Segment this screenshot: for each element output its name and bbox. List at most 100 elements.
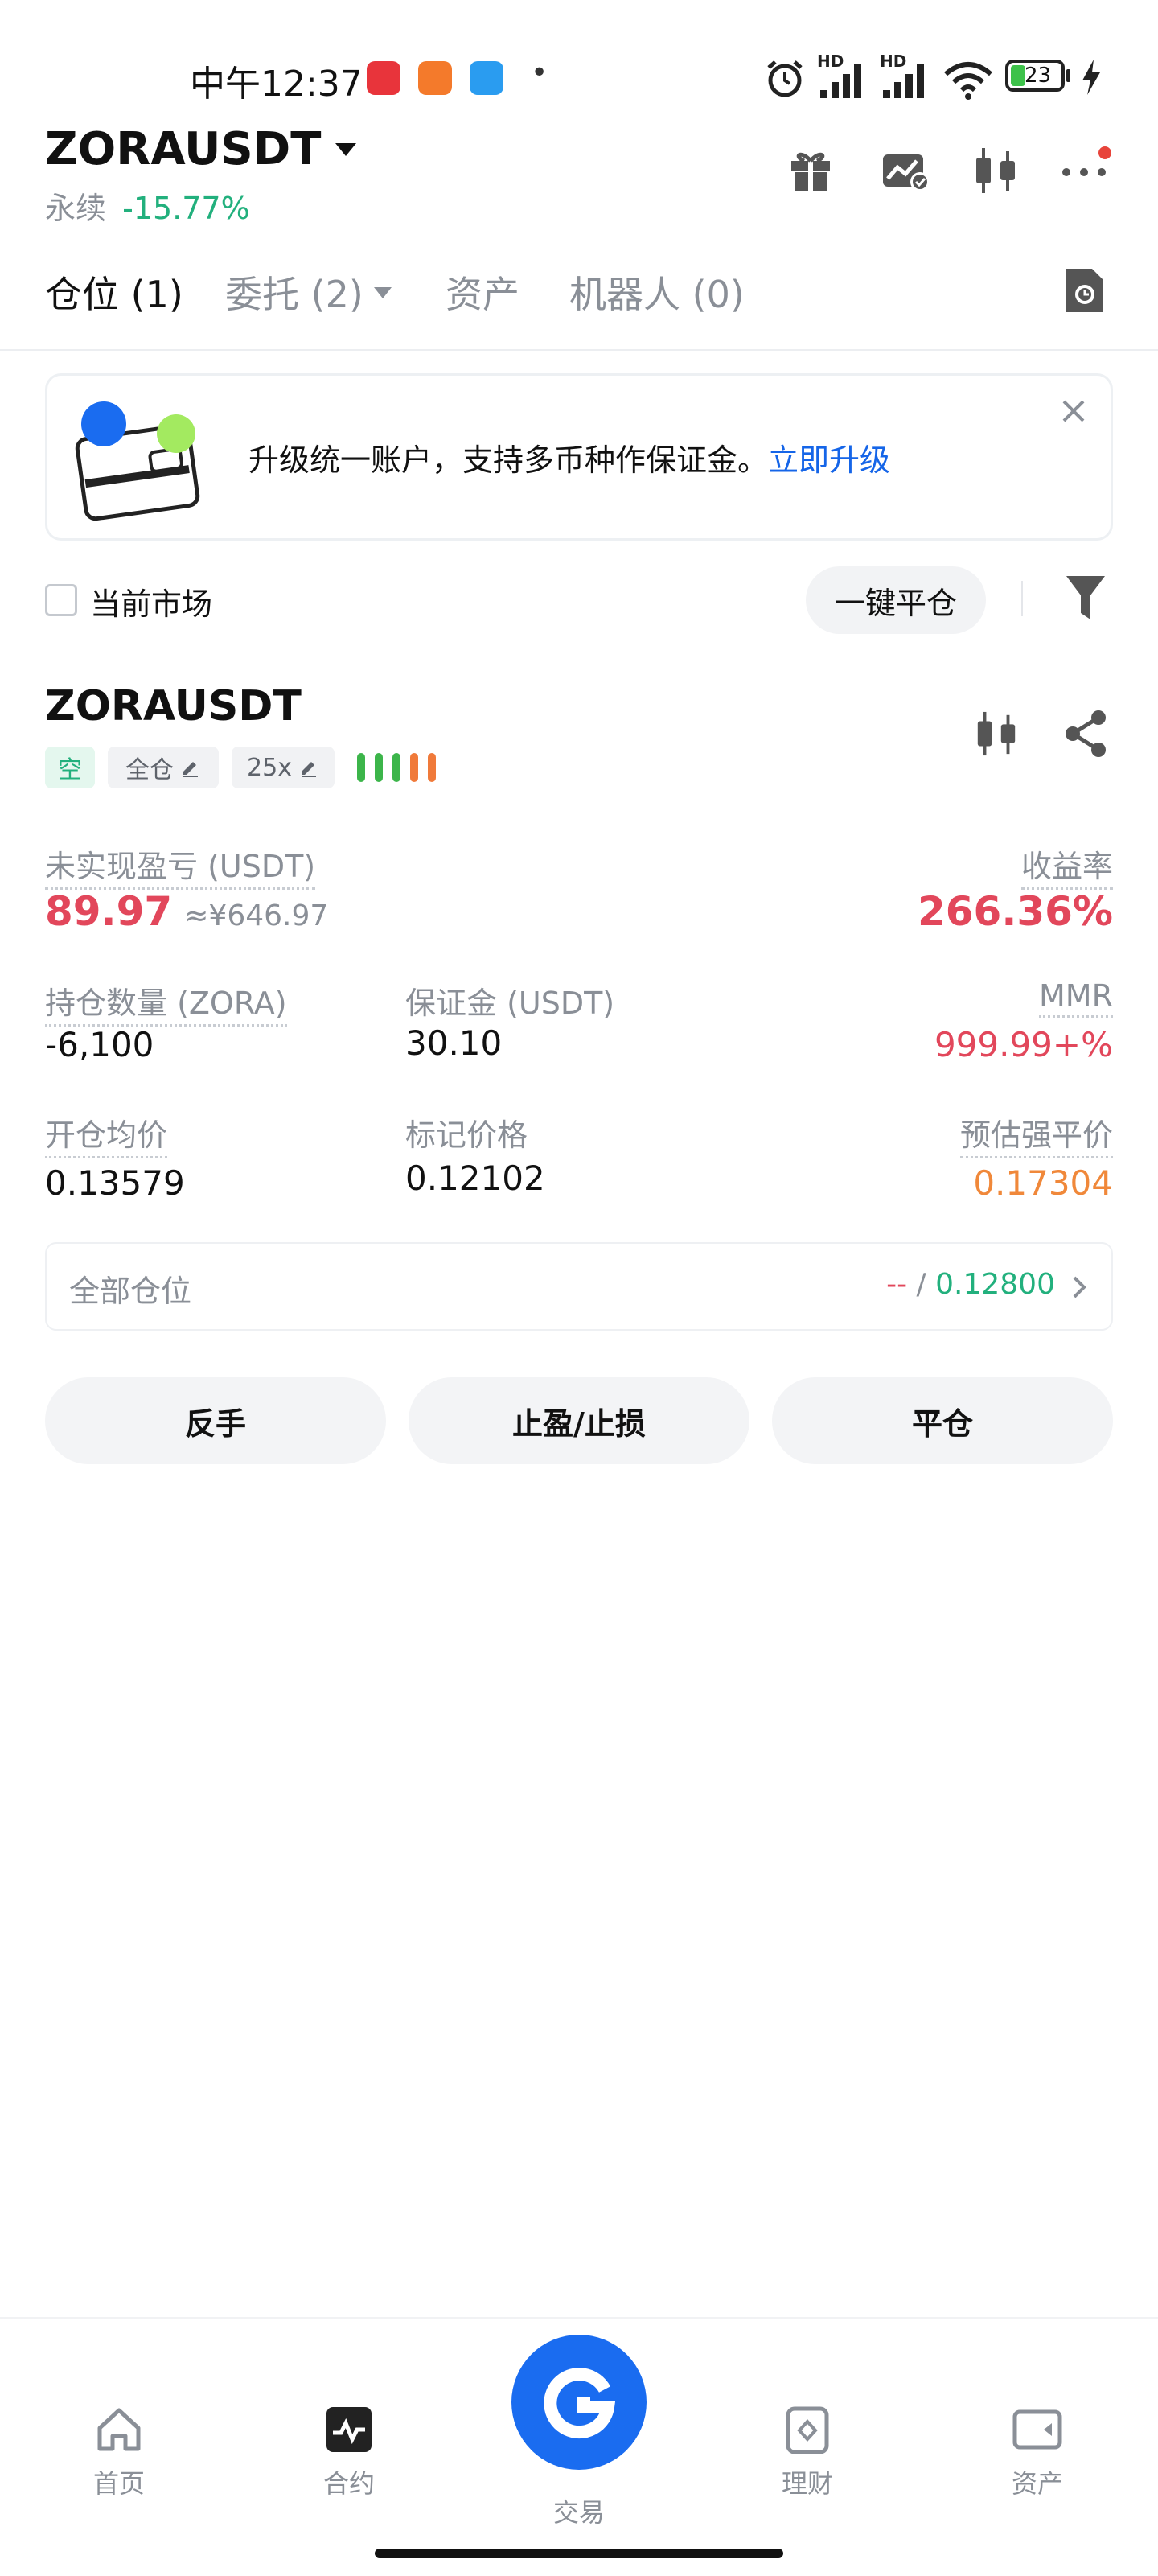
nav-earn-label: 理财 — [781, 2468, 833, 2499]
banner-message: 升级统一账户，支持多币种作保证金。立即升级 — [248, 435, 890, 479]
upgrade-now-link[interactable]: 立即升级 — [768, 442, 890, 478]
signal-strength-icon-1 — [820, 64, 861, 98]
orders-dropdown-caret-icon — [373, 287, 392, 298]
all-positions-separator: / — [916, 1268, 926, 1301]
mark-price-value: 0.12102 — [405, 1158, 545, 1198]
all-positions-left-value: -- — [886, 1268, 908, 1301]
symbol-selector[interactable]: ZORAUSDT — [45, 121, 359, 177]
home-icon — [97, 2408, 141, 2451]
charging-icon — [1082, 60, 1100, 95]
current-market-label: 当前市场 — [90, 586, 213, 622]
position-size-label[interactable]: 持仓数量 (ZORA) — [45, 978, 287, 1027]
close-all-label: 一键平仓 — [834, 585, 957, 621]
battery-level-fill — [1011, 65, 1025, 86]
margin-mode-label: 全仓 — [125, 756, 174, 784]
tab-assets[interactable]: 资产 — [446, 265, 519, 319]
margin-mode-tag[interactable]: 全仓 — [108, 747, 219, 788]
alarm-icon — [767, 60, 803, 97]
notification-app-icon-2 — [418, 61, 452, 95]
gift-icon[interactable] — [786, 146, 835, 195]
tab-divider — [0, 349, 1158, 351]
side-tag: 空 — [45, 747, 95, 788]
tab-positions-label: 仓位 (1) — [45, 273, 183, 316]
nav-home-label: 首页 — [92, 2468, 145, 2499]
tpsl-button[interactable]: 止盈/止损 — [409, 1377, 749, 1464]
wallet-illustration-icon — [75, 401, 200, 521]
symbol-subtitle: 永续 -15.77% — [45, 183, 250, 228]
unrealized-pnl-label[interactable]: 未实现盈亏 (USDT) — [45, 842, 316, 890]
notification-app-icon-1 — [367, 61, 400, 95]
nav-home[interactable]: 首页 — [47, 2405, 191, 2500]
dropdown-caret-icon — [335, 143, 357, 156]
home-indicator[interactable] — [375, 2549, 783, 2558]
price-change: -15.77% — [122, 191, 250, 226]
filter-icon[interactable] — [1063, 573, 1108, 623]
nav-trade[interactable]: 交易 — [507, 2335, 651, 2529]
leverage-tag[interactable]: 25x — [232, 747, 335, 788]
more-icon[interactable] — [1060, 143, 1113, 196]
trade-button-circle — [511, 2335, 647, 2470]
reverse-label: 反手 — [184, 1405, 246, 1442]
tab-assets-label: 资产 — [446, 273, 519, 316]
side-tag-label: 空 — [58, 756, 82, 784]
risk-level-indicator — [357, 753, 441, 782]
close-all-button[interactable]: 一键平仓 — [806, 566, 986, 634]
tab-bots-label: 机器人 (0) — [569, 273, 745, 316]
unrealized-pnl-values: 89.97 ≈¥646.97 — [45, 888, 328, 935]
entry-price-value: 0.13579 — [45, 1163, 185, 1203]
nav-assets[interactable]: 资产 — [965, 2405, 1110, 2500]
nav-futures[interactable]: 合约 — [277, 2405, 421, 2500]
status-dot: • — [531, 56, 548, 89]
signal-strength-icon-2 — [883, 64, 924, 98]
close-position-button[interactable]: 平仓 — [772, 1377, 1113, 1464]
symbol-title: ZORAUSDT — [45, 122, 322, 175]
share-icon[interactable] — [1062, 708, 1110, 759]
position-symbol: ZORAUSDT — [45, 682, 302, 730]
trade-logo-icon — [544, 2368, 616, 2439]
wifi-icon — [944, 62, 992, 100]
leverage-label: 25x — [247, 753, 292, 782]
margin-value: 30.10 — [405, 1023, 503, 1063]
position-chart-icon[interactable] — [973, 708, 1020, 759]
tab-positions[interactable]: 仓位 (1) — [45, 265, 183, 319]
reverse-button[interactable]: 反手 — [45, 1377, 386, 1464]
tab-orders[interactable]: 委托 (2) — [225, 265, 394, 319]
earn-icon — [786, 2406, 829, 2455]
all-positions-row[interactable]: 全部仓位 -- / 0.12800 — [45, 1242, 1113, 1331]
upgrade-banner[interactable]: 升级统一账户，支持多币种作保证金。立即升级 — [45, 373, 1113, 541]
notification-app-icon-3 — [470, 61, 503, 95]
position-size-value: -6,100 — [45, 1025, 154, 1064]
tpsl-label: 止盈/止损 — [512, 1405, 646, 1442]
futures-icon — [326, 2407, 372, 2452]
all-positions-right-value: 0.12800 — [935, 1268, 1055, 1301]
close-icon[interactable] — [1059, 397, 1088, 426]
mmr-value: 999.99+% — [934, 1025, 1113, 1064]
roe-label[interactable]: 收益率 — [1020, 842, 1113, 890]
unrealized-pnl-value: 89.97 — [45, 888, 173, 935]
mmr-label[interactable]: MMR — [1039, 978, 1113, 1018]
unrealized-pnl-cny: ≈¥646.97 — [184, 899, 329, 932]
filter-divider — [1021, 581, 1023, 616]
current-market-checkbox[interactable] — [45, 584, 77, 616]
wallet-icon — [1012, 2409, 1062, 2450]
liquidation-price-label[interactable]: 预估强平价 — [959, 1110, 1113, 1158]
chart-analysis-icon[interactable] — [880, 146, 931, 195]
candlestick-icon[interactable] — [971, 145, 1020, 196]
chevron-right-icon — [1073, 1276, 1086, 1298]
nav-earn[interactable]: 理财 — [735, 2405, 880, 2500]
tab-orders-label: 委托 (2) — [225, 273, 363, 316]
edit-pencil-icon — [183, 762, 198, 777]
nav-assets-label: 资产 — [1011, 2468, 1063, 2499]
tab-bots[interactable]: 机器人 (0) — [569, 265, 745, 319]
all-positions-values: -- / 0.12800 — [886, 1268, 1055, 1301]
edit-pencil-icon — [301, 762, 316, 777]
nav-trade-label: 交易 — [552, 2497, 605, 2528]
nav-futures-label: 合约 — [322, 2468, 375, 2499]
status-bar: 中午12:37 • HD HD 23 — [0, 48, 1158, 113]
contract-type-label: 永续 — [45, 191, 107, 226]
status-time: 中午12:37 — [190, 64, 363, 105]
history-record-icon[interactable] — [1063, 265, 1107, 315]
all-positions-label: 全部仓位 — [69, 1274, 192, 1309]
battery-icon: 23 — [1005, 60, 1065, 92]
entry-price-label[interactable]: 开仓均价 — [45, 1110, 168, 1158]
